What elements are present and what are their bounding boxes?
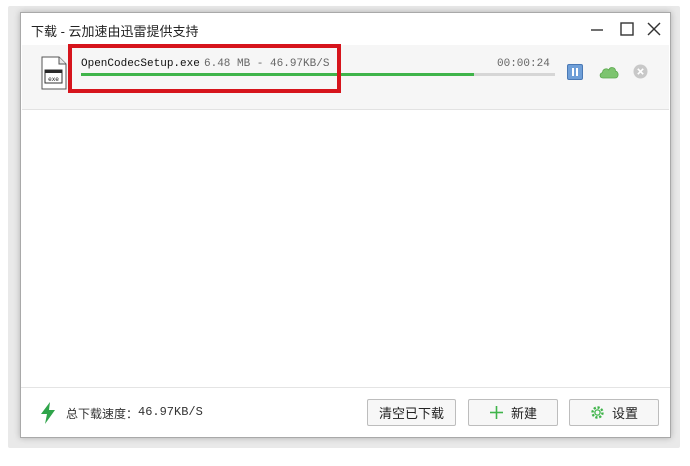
maximize-icon[interactable] xyxy=(618,20,636,38)
cloud-icon[interactable] xyxy=(598,64,620,80)
clear-downloaded-label: 清空已下载 xyxy=(378,406,444,421)
minimize-icon[interactable] xyxy=(588,20,606,38)
window-title: 下载 - 云加速由迅雷提供支持 xyxy=(31,24,199,39)
svg-text:exe: exe xyxy=(48,76,59,83)
title-bar[interactable]: 下载 - 云加速由迅雷提供支持 xyxy=(21,13,670,44)
new-download-label: 新建 xyxy=(510,406,537,421)
plus-icon xyxy=(489,405,504,420)
settings-button[interactable]: 设置 xyxy=(569,399,659,426)
close-icon[interactable] xyxy=(645,20,663,38)
pause-icon[interactable] xyxy=(567,64,583,80)
elapsed-time: 00:00:24 xyxy=(497,58,550,70)
download-window: 下载 - 云加速由迅雷提供支持 exe OpenCodecSetup.exe 6… xyxy=(20,12,671,438)
total-speed-value: 46.97KB/S xyxy=(138,405,203,419)
new-download-button[interactable]: 新建 xyxy=(468,399,558,426)
lightning-bolt-icon xyxy=(40,402,56,424)
bottom-bar: 总下载速度： 46.97KB/S 清空已下载 新建 设置 xyxy=(21,387,670,438)
total-speed-label: 总下载速度： xyxy=(66,407,139,421)
delete-icon[interactable] xyxy=(633,64,648,79)
clear-downloaded-button[interactable]: 清空已下载 xyxy=(367,399,456,426)
gear-icon xyxy=(590,405,605,420)
exe-file-icon: exe xyxy=(40,56,68,90)
annotation-highlight-box xyxy=(68,44,341,93)
settings-label: 设置 xyxy=(611,406,638,421)
